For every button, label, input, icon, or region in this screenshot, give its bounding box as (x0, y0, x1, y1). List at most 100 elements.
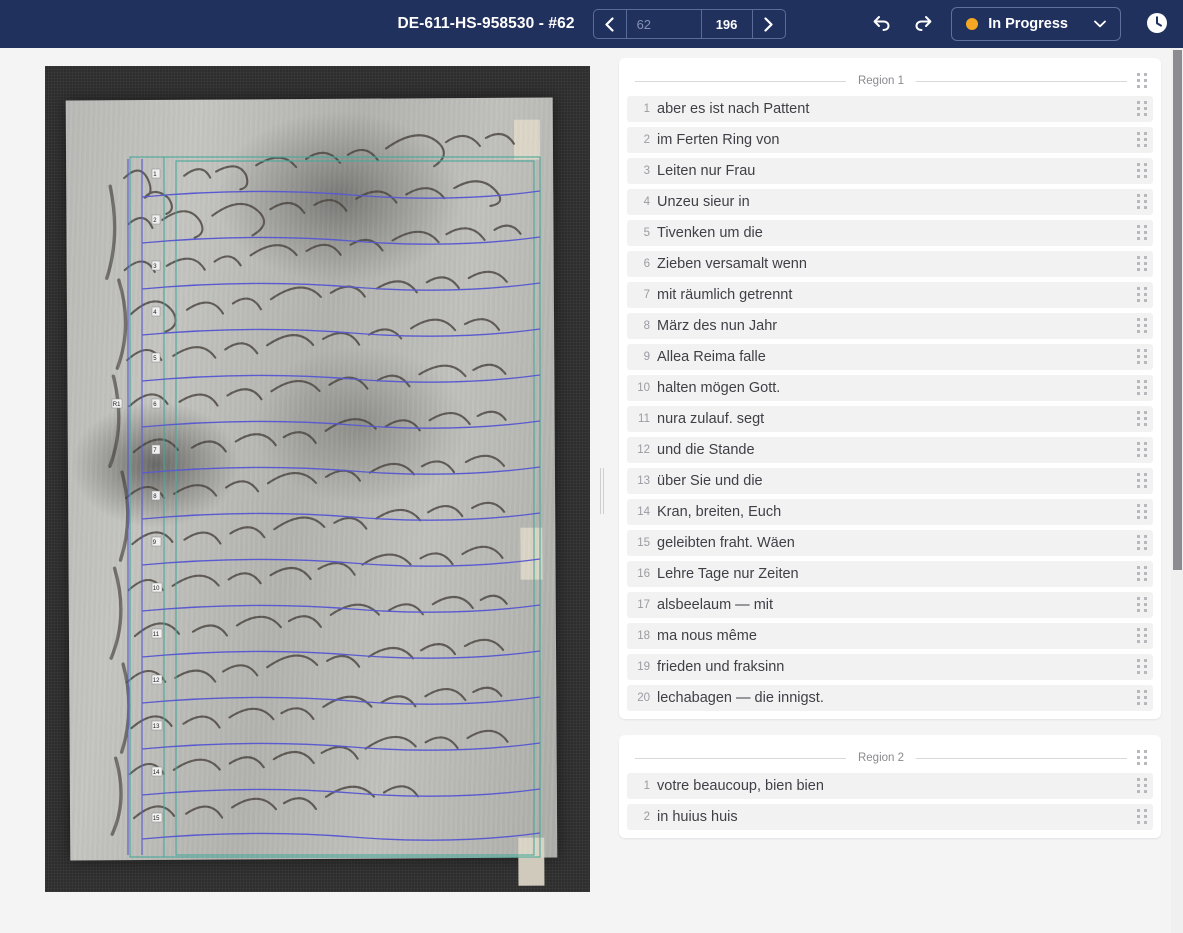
drag-handle-icon[interactable] (1135, 100, 1149, 118)
manuscript-sheet (65, 97, 558, 886)
drag-handle-icon[interactable] (1135, 689, 1149, 707)
line-text[interactable]: Lehre Tage nur Zeiten (657, 566, 1127, 582)
transcription-line[interactable]: 9 Allea Reima falle (627, 344, 1153, 370)
line-text[interactable]: alsbeelaum — mit (657, 597, 1127, 613)
drag-handle-icon[interactable] (1135, 255, 1149, 273)
line-text[interactable]: Tivenken um die (657, 225, 1127, 241)
line-number: 20 (637, 692, 650, 704)
region-rule (916, 80, 1128, 82)
transcription-line[interactable]: 5 Tivenken um die (627, 220, 1153, 246)
line-text[interactable]: geleibten fraht. Wäen (657, 535, 1127, 551)
transcription-line[interactable]: 6 Zieben versamalt wenn (627, 251, 1153, 277)
drag-handle-icon[interactable] (1135, 379, 1149, 397)
line-number: 4 (643, 196, 650, 208)
line-number: 17 (637, 599, 650, 611)
line-text[interactable]: Allea Reima falle (657, 349, 1127, 365)
line-number: 1 (643, 103, 650, 115)
line-text[interactable]: und die Stande (657, 442, 1127, 458)
line-text[interactable]: ma nous même (657, 628, 1127, 644)
paper-tape (513, 119, 541, 160)
previous-page-button[interactable] (594, 10, 626, 38)
line-number: 7 (643, 289, 650, 301)
drag-handle-icon[interactable] (1135, 410, 1149, 428)
page-number-input[interactable] (626, 10, 701, 38)
image-panel[interactable]: 1 2 3 4 5 6 7 8 9 10 11 12 13 14 15 R1 (0, 48, 595, 933)
transcription-line[interactable]: 17 alsbeelaum — mit (627, 592, 1153, 618)
transcription-line[interactable]: 4 Unzeu sieur in (627, 189, 1153, 215)
transcription-line[interactable]: 14 Kran, breiten, Euch (627, 499, 1153, 525)
transcription-line[interactable]: 3 Leiten nur Frau (627, 158, 1153, 184)
drag-handle-icon[interactable] (1135, 286, 1149, 304)
line-number: 2 (643, 134, 650, 146)
line-number: 15 (637, 537, 650, 549)
manuscript-page-image[interactable]: 1 2 3 4 5 6 7 8 9 10 11 12 13 14 15 R1 (45, 66, 590, 892)
drag-handle-icon[interactable] (1135, 224, 1149, 242)
line-number: 13 (637, 475, 650, 487)
drag-handle-icon[interactable] (1135, 193, 1149, 211)
status-indicator-dot (966, 18, 979, 30)
line-text[interactable]: in huius huis (657, 809, 1127, 825)
transcription-line[interactable]: 2 in huius huis (627, 804, 1153, 830)
drag-handle-icon[interactable] (1135, 749, 1149, 767)
line-text[interactable]: Kran, breiten, Euch (657, 504, 1127, 520)
drag-handle-icon[interactable] (1135, 348, 1149, 366)
line-text[interactable]: halten mögen Gott. (657, 380, 1127, 396)
history-button[interactable] (1143, 10, 1171, 38)
drag-handle-icon[interactable] (1135, 808, 1149, 826)
transcription-line[interactable]: 8 März des nun Jahr (627, 313, 1153, 339)
status-dropdown[interactable]: In Progress (951, 7, 1121, 41)
transcription-panel[interactable]: Region 1 1 aber es ist nach Pattent 2 im F… (609, 48, 1171, 933)
scrollbar-thumb[interactable] (1173, 50, 1182, 570)
drag-handle-icon[interactable] (1135, 162, 1149, 180)
drag-handle-icon[interactable] (1135, 534, 1149, 552)
transcription-line[interactable]: 18 ma nous même (627, 623, 1153, 649)
workspace: 1 2 3 4 5 6 7 8 9 10 11 12 13 14 15 R1 R… (0, 48, 1183, 933)
vertical-scrollbar[interactable] (1171, 48, 1183, 933)
transcription-line[interactable]: 13 über Sie und die (627, 468, 1153, 494)
next-page-button[interactable] (753, 10, 785, 38)
transcription-line[interactable]: 16 Lehre Tage nur Zeiten (627, 561, 1153, 587)
drag-handle-icon[interactable] (1135, 441, 1149, 459)
drag-handle-icon[interactable] (1135, 131, 1149, 149)
undo-button[interactable] (867, 10, 895, 38)
drag-handle-icon[interactable] (1135, 472, 1149, 490)
drag-handle-icon[interactable] (1135, 503, 1149, 521)
transcription-line[interactable]: 19 frieden und fraksinn (627, 654, 1153, 680)
line-text[interactable]: votre beaucoup, bien bien (657, 778, 1127, 794)
drag-handle-icon[interactable] (1135, 72, 1149, 90)
line-text[interactable]: nura zulauf. segt (657, 411, 1127, 427)
line-text[interactable]: über Sie und die (657, 473, 1127, 489)
line-number: 5 (643, 227, 650, 239)
line-text[interactable]: März des nun Jahr (657, 318, 1127, 334)
redo-button[interactable] (909, 10, 937, 38)
transcription-line[interactable]: 11 nura zulauf. segt (627, 406, 1153, 432)
drag-handle-icon[interactable] (1135, 777, 1149, 795)
panel-splitter[interactable] (595, 48, 609, 933)
region-title: Region 2 (857, 752, 905, 764)
line-text[interactable]: Leiten nur Frau (657, 163, 1127, 179)
status-label: In Progress (988, 16, 1068, 32)
region-header: Region 2 (627, 743, 1153, 773)
transcription-line[interactable]: 1 aber es ist nach Pattent (627, 96, 1153, 122)
line-number: 10 (637, 382, 650, 394)
drag-handle-icon[interactable] (1135, 596, 1149, 614)
line-text[interactable]: Zieben versamalt wenn (657, 256, 1127, 272)
transcription-line[interactable]: 12 und die Stande (627, 437, 1153, 463)
transcription-line[interactable]: 15 geleibten fraht. Wäen (627, 530, 1153, 556)
line-text[interactable]: frieden und fraksinn (657, 659, 1127, 675)
line-text[interactable]: mit räumlich getrennt (657, 287, 1127, 303)
drag-handle-icon[interactable] (1135, 658, 1149, 676)
drag-handle-icon[interactable] (1135, 565, 1149, 583)
line-text[interactable]: aber es ist nach Pattent (657, 101, 1127, 117)
transcription-line[interactable]: 7 mit räumlich getrennt (627, 282, 1153, 308)
transcription-line[interactable]: 10 halten mögen Gott. (627, 375, 1153, 401)
line-text[interactable]: im Ferten Ring von (657, 132, 1127, 148)
transcription-line[interactable]: 2 im Ferten Ring von (627, 127, 1153, 153)
line-text[interactable]: lechabagen — die innigst. (657, 690, 1127, 706)
transcription-line[interactable]: 1 votre beaucoup, bien bien (627, 773, 1153, 799)
transcription-line[interactable]: 20 lechabagen — die innigst. (627, 685, 1153, 711)
undo-arrow-icon (872, 15, 891, 34)
drag-handle-icon[interactable] (1135, 317, 1149, 335)
line-text[interactable]: Unzeu sieur in (657, 194, 1127, 210)
drag-handle-icon[interactable] (1135, 627, 1149, 645)
